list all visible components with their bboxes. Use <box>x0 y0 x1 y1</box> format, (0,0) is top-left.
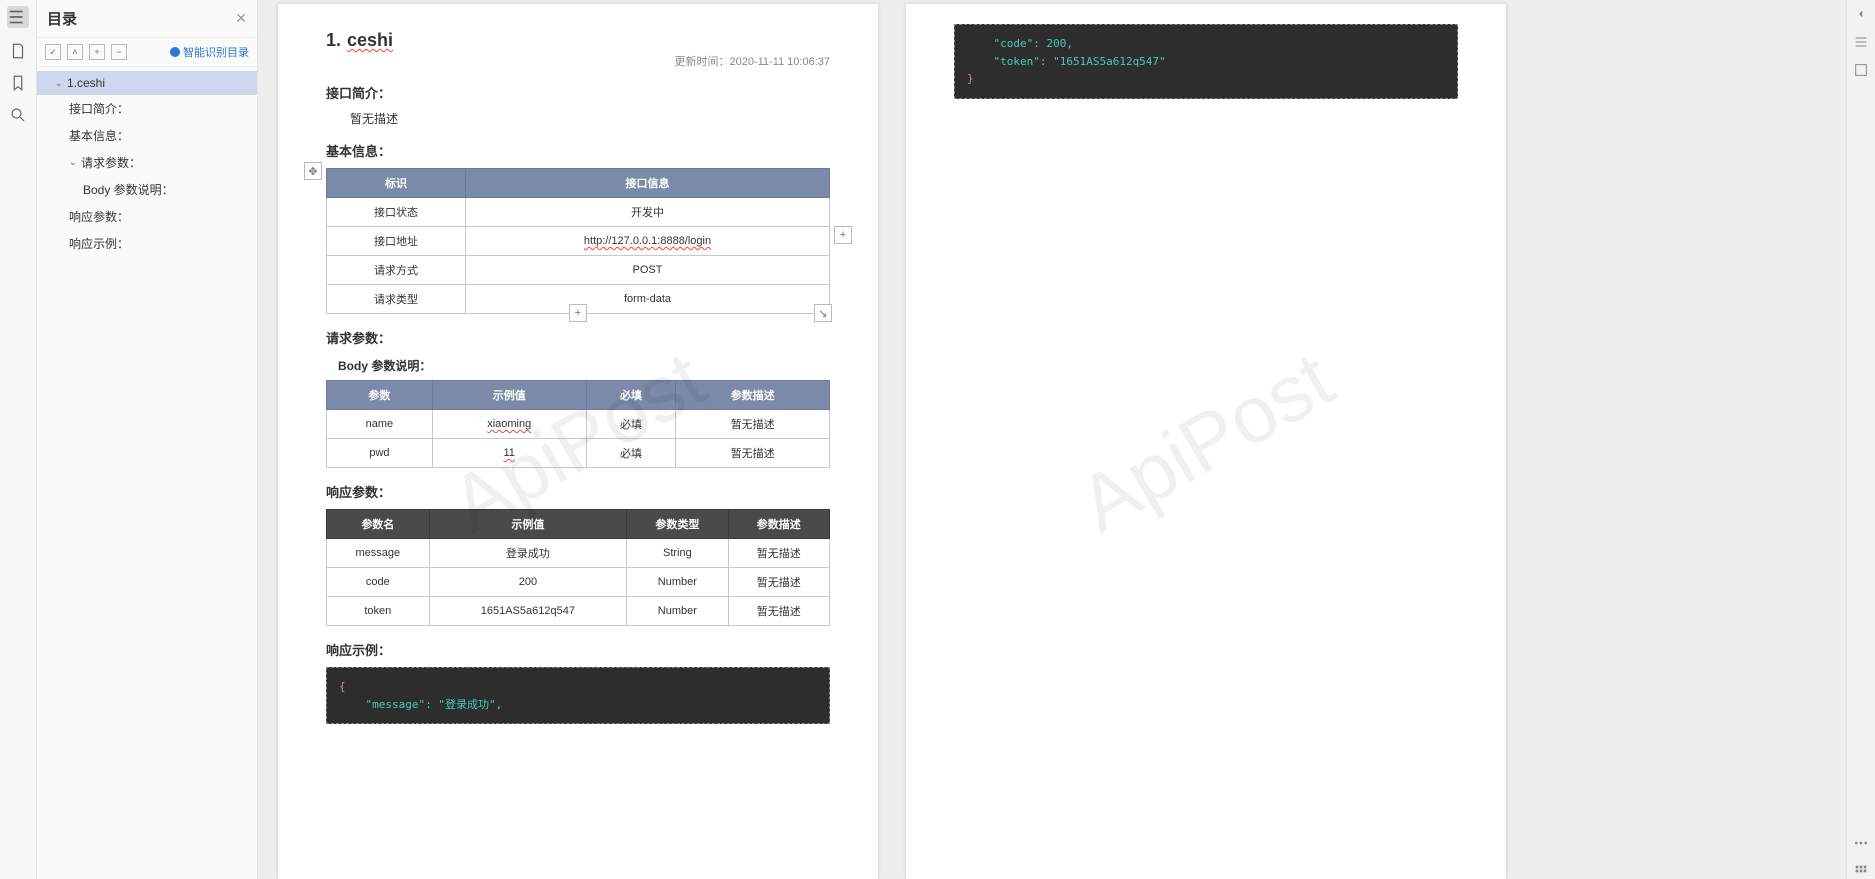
table-cell: 接口状态 <box>327 198 466 227</box>
page-2: ApiPost "code": 200, "token": "1651AS5a6… <box>906 4 1506 879</box>
grid-icon[interactable] <box>1853 863 1869 879</box>
table-cell: 暂无描述 <box>676 410 830 439</box>
table-cell: POST <box>466 256 830 285</box>
table-handle-br-icon[interactable]: ↘ <box>814 304 832 322</box>
table-cell: 暂无描述 <box>728 568 829 597</box>
table-cell: xiaoming <box>432 410 586 439</box>
table-cell: 必填 <box>586 439 676 468</box>
table-cell: code <box>327 568 430 597</box>
outline-item[interactable]: Body 参数说明： <box>37 176 257 203</box>
left-rail <box>0 0 37 879</box>
table-header: 接口信息 <box>466 169 830 198</box>
request-params-table: 参数示例值必填参数描述 namexiaoming必填暂无描述pwd11必填暂无描… <box>326 380 830 468</box>
table-cell: 请求方式 <box>327 256 466 285</box>
section-body: Body 参数说明： <box>338 357 830 374</box>
table-header: 参数描述 <box>676 381 830 410</box>
page-icon[interactable] <box>9 42 27 60</box>
outline-tree: ⌄1.ceshi接口简介：基本信息：⌄请求参数：Body 参数说明：响应参数：响… <box>37 67 257 879</box>
table-cell: String <box>627 539 728 568</box>
table-header: 参数 <box>327 381 433 410</box>
table-cell: name <box>327 410 433 439</box>
section-intro: 接口简介： <box>326 83 830 102</box>
table-handle-r-icon[interactable]: + <box>834 226 852 244</box>
code-block-2: "code": 200, "token": "1651AS5a612q547" … <box>954 24 1458 99</box>
chevron-icon[interactable]: ⌄ <box>69 157 77 168</box>
collapse-icon[interactable] <box>1853 6 1869 22</box>
style-icon[interactable] <box>1853 62 1869 78</box>
page-1: ApiPost 1.ceshi 更新时间：2020-11-11 10:06:37… <box>278 4 878 879</box>
table-header: 示例值 <box>432 381 586 410</box>
table-header: 示例值 <box>429 510 627 539</box>
table-cell: message <box>327 539 430 568</box>
outline-item[interactable]: 基本信息： <box>37 122 257 149</box>
search-icon[interactable] <box>9 106 27 124</box>
table-row: 接口地址http://127.0.0.1:8888/login <box>327 227 830 256</box>
intro-text: 暂无描述 <box>350 110 830 127</box>
outline-icon[interactable] <box>7 6 29 28</box>
table-row: pwd11必填暂无描述 <box>327 439 830 468</box>
document-canvas[interactable]: ApiPost 1.ceshi 更新时间：2020-11-11 10:06:37… <box>258 0 1846 879</box>
response-params-table: 参数名示例值参数类型参数描述 message登录成功String暂无描述code… <box>326 509 830 626</box>
table-cell: 暂无描述 <box>728 539 829 568</box>
table-cell: 开发中 <box>466 198 830 227</box>
table-cell: 1651AS5a612q547 <box>429 597 627 626</box>
table-cell: 登录成功 <box>429 539 627 568</box>
table-cell: token <box>327 597 430 626</box>
right-rail <box>1846 0 1875 879</box>
table-row: 接口状态开发中 <box>327 198 830 227</box>
table-cell: 11 <box>432 439 586 468</box>
table-cell: http://127.0.0.1:8888/login <box>466 227 830 256</box>
section-request: 请求参数： <box>326 328 830 347</box>
doc-title: 1.ceshi <box>326 30 830 51</box>
table-cell: 200 <box>429 568 627 597</box>
table-row: 请求方式POST <box>327 256 830 285</box>
outline-item[interactable]: 接口简介： <box>37 95 257 122</box>
table-header: 标识 <box>327 169 466 198</box>
table-row: namexiaoming必填暂无描述 <box>327 410 830 439</box>
table-cell: Number <box>627 568 728 597</box>
toolbar-icons: ✓ ˄ + − <box>45 44 127 60</box>
bookmark-icon[interactable] <box>9 74 27 92</box>
sidebar-title: 目录 <box>47 8 77 29</box>
close-icon[interactable]: ✕ <box>235 10 247 27</box>
table-cell: 暂无描述 <box>676 439 830 468</box>
table-row: code200Number暂无描述 <box>327 568 830 597</box>
table-cell: pwd <box>327 439 433 468</box>
outline-item[interactable]: 响应示例： <box>37 230 257 257</box>
smart-detect-link[interactable]: 智能识别目录 <box>170 44 249 60</box>
table-cell: form-data <box>466 285 830 314</box>
tool-plus-icon[interactable]: + <box>89 44 105 60</box>
tool-check-icon[interactable]: ✓ <box>45 44 61 60</box>
code-block-1: { "message": "登录成功", <box>326 667 830 724</box>
outline-item[interactable]: ⌄请求参数： <box>37 149 257 176</box>
more-icon[interactable] <box>1853 835 1869 851</box>
section-basic: 基本信息： <box>326 141 830 160</box>
table-cell: 接口地址 <box>327 227 466 256</box>
table-header: 参数描述 <box>728 510 829 539</box>
layers-icon[interactable] <box>1853 34 1869 50</box>
table-handle-b-icon[interactable]: + <box>569 304 587 322</box>
table-header: 参数类型 <box>627 510 728 539</box>
table-row: message登录成功String暂无描述 <box>327 539 830 568</box>
tool-up-icon[interactable]: ˄ <box>67 44 83 60</box>
updated-time: 更新时间：2020-11-11 10:06:37 <box>326 53 830 69</box>
table-cell: 请求类型 <box>327 285 466 314</box>
table-cell: 暂无描述 <box>728 597 829 626</box>
table-handle-tl-icon[interactable]: ✥ <box>304 162 322 180</box>
table-cell: Number <box>627 597 728 626</box>
outline-item[interactable]: ⌄1.ceshi <box>37 71 257 95</box>
outline-item[interactable]: 响应参数： <box>37 203 257 230</box>
section-response: 响应参数： <box>326 482 830 501</box>
table-cell: 必填 <box>586 410 676 439</box>
table-row: token1651AS5a612q547Number暂无描述 <box>327 597 830 626</box>
tool-minus-icon[interactable]: − <box>111 44 127 60</box>
chevron-icon[interactable]: ⌄ <box>55 78 63 89</box>
watermark: ApiPost <box>1064 333 1349 551</box>
section-example: 响应示例： <box>326 640 830 659</box>
sidebar: 目录 ✕ ✓ ˄ + − 智能识别目录 ⌄1.ceshi接口简介：基本信息：⌄请… <box>37 0 258 879</box>
table-header: 参数名 <box>327 510 430 539</box>
basic-info-table: 标识接口信息 接口状态开发中接口地址http://127.0.0.1:8888/… <box>326 168 830 314</box>
table-header: 必填 <box>586 381 676 410</box>
